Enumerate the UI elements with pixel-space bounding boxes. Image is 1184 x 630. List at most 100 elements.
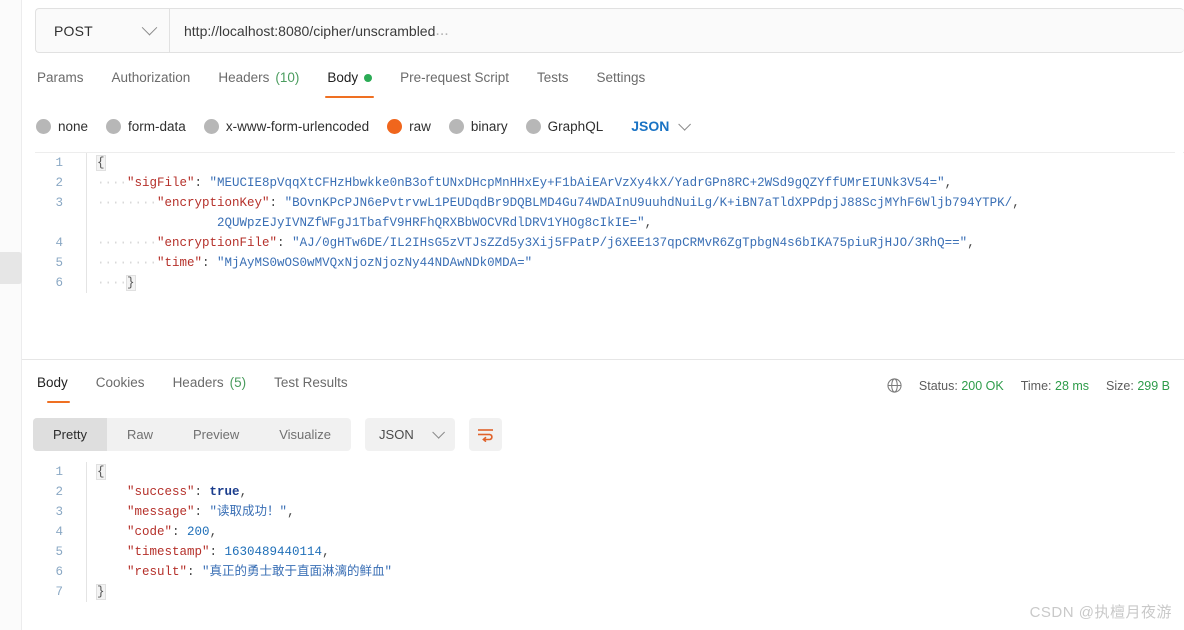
left-rail (0, 0, 22, 630)
body-format-select[interactable]: JSON (631, 117, 692, 134)
json-string-value-continued: 2QUWpzEJyIVNZfWFgJ1TbafV9HRFhQRXBbWOCVRd… (217, 216, 645, 230)
request-tab-pre-request-script[interactable]: Pre-request Script (386, 68, 523, 98)
code-line: 7} (35, 582, 1184, 602)
code-indent: ···· (97, 176, 128, 190)
fold-gutter[interactable] (73, 193, 87, 213)
postman-window: POST http://localhost:8080/cipher/unscra… (0, 0, 1184, 630)
response-tab-headers[interactable]: Headers (5) (159, 373, 261, 403)
body-type-form-data[interactable]: form-data (106, 118, 186, 134)
json-key: "sigFile" (127, 176, 195, 190)
request-body-editor[interactable]: 1{2 ····"sigFile": "MEUCIE8pVqqXtCFHzHbwk… (35, 152, 1184, 359)
json-close-brace: } (96, 584, 106, 600)
url-text: http://localhost:8080/cipher/unscrambled (184, 22, 436, 39)
response-view-pretty[interactable]: Pretty (33, 418, 107, 451)
body-type-label: GraphQL (547, 118, 604, 134)
json-comma: , (967, 236, 975, 250)
request-tab-tests[interactable]: Tests (523, 68, 583, 98)
response-tab-body[interactable]: Body (35, 373, 82, 403)
json-key: "encryptionFile" (157, 236, 278, 250)
code-line-wrapped: 2QUWpzEJyIVNZfWFgJ1TbafV9HRFhQRXBbWOCVRd… (35, 213, 1184, 233)
request-editor-scrollbar[interactable] (1175, 152, 1183, 359)
chevron-down-icon (678, 117, 692, 131)
fold-gutter[interactable] (73, 273, 87, 293)
request-tab-body[interactable]: Body (313, 68, 386, 98)
response-view-visualize[interactable]: Visualize (259, 418, 351, 451)
body-format-label: JSON (631, 118, 670, 134)
response-view-preview[interactable]: Preview (173, 418, 259, 451)
tab-label: Tests (536, 70, 569, 85)
fold-gutter[interactable] (73, 542, 87, 562)
fold-gutter[interactable] (73, 253, 87, 273)
fold-gutter[interactable] (73, 173, 87, 193)
url-ellipsis: ... (435, 21, 449, 39)
response-meta: Status: 200 OK Time: 28 ms Size: 299 B (887, 378, 1170, 393)
wrap-lines-button[interactable] (468, 418, 502, 451)
response-format-select[interactable]: JSON (365, 418, 455, 451)
radio-icon[interactable] (203, 118, 219, 134)
code-text: ····"sigFile": "MEUCIE8pVqqXtCFHzHbwkke0… (87, 173, 952, 193)
json-key: "encryptionKey" (157, 196, 270, 210)
code-text: ········"encryptionFile": "AJ/0gHTw6DE/I… (87, 233, 975, 253)
fold-gutter[interactable] (73, 233, 87, 253)
body-type-binary[interactable]: binary (448, 118, 508, 134)
body-modified-dot-icon (364, 73, 373, 82)
json-key: "success" (127, 485, 195, 499)
line-number: 7 (55, 585, 63, 599)
json-boolean-value: true (209, 485, 240, 499)
radio-icon[interactable] (387, 118, 403, 134)
tab-label: Settings (596, 70, 646, 85)
pane-divider[interactable] (22, 359, 1184, 360)
tab-count: (10) (275, 70, 300, 85)
line-number: 6 (55, 276, 63, 290)
request-tab-params[interactable]: Params (35, 68, 98, 98)
code-text: "code": 200, (87, 522, 217, 542)
fold-gutter[interactable] (73, 522, 87, 542)
json-comma: , (209, 525, 218, 539)
body-type-graphql[interactable]: GraphQL (525, 118, 604, 134)
radio-icon[interactable] (106, 118, 122, 134)
code-text: "success": true, (87, 482, 247, 502)
http-method-select[interactable]: POST (36, 9, 170, 52)
json-separator: : (202, 256, 218, 270)
body-type-raw[interactable]: raw (387, 118, 431, 134)
response-tab-test-results[interactable]: Test Results (260, 373, 362, 403)
fold-gutter[interactable] (73, 562, 87, 582)
code-line: 4 "code": 200, (35, 522, 1184, 542)
response-body-editor[interactable]: 1{2 "success": true, 3 "message": "读取成功！"… (35, 462, 1184, 612)
json-separator: : (194, 485, 210, 499)
code-text: 2QUWpzEJyIVNZfWFgJ1TbafV9HRFhQRXBbWOCVRd… (87, 213, 652, 233)
sidebar-toggle-handle[interactable] (0, 252, 22, 284)
radio-icon[interactable] (36, 118, 51, 134)
radio-icon[interactable] (525, 118, 541, 134)
request-tab-authorization[interactable]: Authorization (98, 68, 205, 98)
json-string-value: "AJ/0gHTw6DE/IL2IHsG5zVTJsZZd5y3Xij5FPat… (292, 236, 968, 250)
line-number: 5 (55, 256, 63, 270)
response-tab-cookies[interactable]: Cookies (82, 373, 159, 403)
json-key: "timestamp" (127, 545, 210, 559)
request-tab-settings[interactable]: Settings (582, 68, 659, 98)
json-number-value: 200 (187, 525, 210, 539)
url-input[interactable]: http://localhost:8080/cipher/unscrambled… (170, 9, 1184, 52)
fold-gutter[interactable] (73, 482, 87, 502)
code-line: 5 "timestamp": 1630489440114, (35, 542, 1184, 562)
tab-label: Authorization (111, 70, 191, 85)
fold-gutter[interactable] (73, 462, 87, 482)
json-separator: : (194, 176, 210, 190)
tab-count: (5) (229, 375, 247, 390)
code-text: "timestamp": 1630489440114, (87, 542, 330, 562)
radio-icon[interactable] (448, 118, 464, 134)
code-line: 6 "result": "真正的勇士敢于直面淋漓的鲜血" (35, 562, 1184, 582)
body-type-none[interactable]: none (36, 118, 88, 134)
code-line: 1{ (35, 462, 1184, 482)
body-type-x-www-form-urlencoded[interactable]: x-www-form-urlencoded (203, 118, 369, 134)
fold-gutter[interactable] (73, 582, 87, 602)
line-number: 5 (55, 545, 63, 559)
tab-label: Pre-request Script (400, 70, 509, 85)
fold-gutter[interactable] (73, 153, 87, 173)
json-separator: : (209, 545, 225, 559)
response-view-raw[interactable]: Raw (107, 418, 173, 451)
request-tab-headers[interactable]: Headers (10) (204, 68, 313, 98)
fold-gutter[interactable] (73, 502, 87, 522)
